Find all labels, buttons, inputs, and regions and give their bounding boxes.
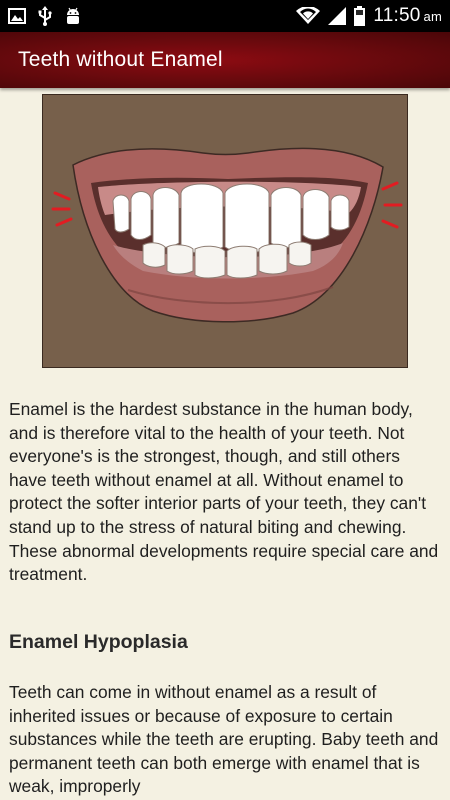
app-bar: Teeth without Enamel xyxy=(0,32,450,88)
status-right-icons: 11:50 am xyxy=(288,5,442,27)
battery-icon xyxy=(354,6,366,26)
clock-time: 11:50 xyxy=(373,5,421,26)
article-paragraph-1: Enamel is the hardest substance in the h… xyxy=(9,399,439,585)
status-left-icons xyxy=(8,6,94,26)
teeth-illustration xyxy=(42,94,408,368)
section-heading: Enamel Hypoplasia xyxy=(9,631,188,653)
image-icon xyxy=(8,8,26,24)
status-bar: 11:50 am xyxy=(0,0,450,32)
usb-icon xyxy=(38,6,52,26)
status-clock: 11:50 am xyxy=(373,5,442,27)
clock-ampm: am xyxy=(423,8,442,24)
page-title: Teeth without Enamel xyxy=(18,48,223,71)
wifi-icon xyxy=(296,7,321,25)
signal-icon xyxy=(328,7,347,25)
article-paragraph-2: Teeth can come in without enamel as a re… xyxy=(9,682,439,797)
android-icon xyxy=(64,6,82,26)
